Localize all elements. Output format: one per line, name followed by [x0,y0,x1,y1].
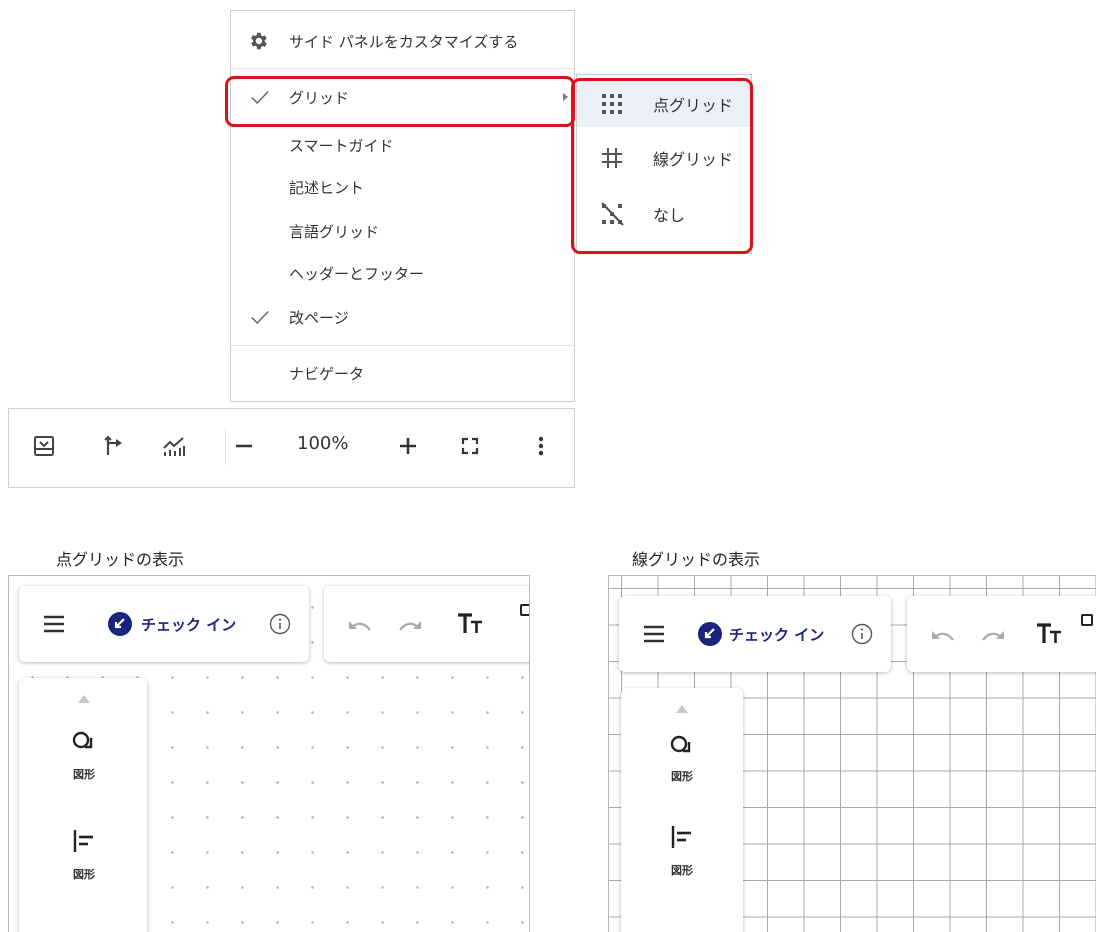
toolbar-divider [225,429,226,465]
menu-item-header-footer[interactable]: ヘッダーとフッター [231,253,574,293]
menu-item-page-break[interactable]: 改ページ [231,297,574,337]
info-icon[interactable] [851,623,873,645]
submenu-item-line-grid[interactable]: 線グリッド [577,135,751,181]
shape-icon[interactable] [520,604,529,616]
undo-icon[interactable] [346,616,374,634]
align-icon[interactable] [669,824,695,850]
zoom-level: 100% [297,433,349,454]
checkmark-icon [251,90,269,105]
zoom-out-icon [236,444,252,448]
redo-icon[interactable] [979,626,1007,644]
scroll-up-icon[interactable] [675,704,689,714]
checkmark-icon [251,310,269,325]
submenu-item-label: 線グリッド [653,150,734,169]
line-grid-caption: 線グリッドの表示 [632,550,761,569]
dot-grid-canvas[interactable]: チェック イン 図形 図形 [8,575,530,932]
shapes-icon[interactable] [71,730,97,756]
submenu-item-none[interactable]: なし [577,191,751,237]
menu-item-smart-guide[interactable]: スマートガイド [231,125,574,165]
undo-icon[interactable] [929,626,957,644]
connector-icon [104,435,122,455]
submenu-item-dot-grid[interactable]: 点グリッド [577,81,751,127]
grid-off-icon [601,202,624,226]
checkin-panel: チェック イン [19,586,309,662]
hamburger-menu-icon[interactable] [43,614,65,634]
menu-item-grid[interactable]: グリッド [231,77,574,117]
menu-item-grid-label: グリッド [289,88,350,107]
menu-divider [231,68,574,69]
fullscreen-icon [461,437,479,455]
customize-side-panel-label: サイド パネルをカスタマイズする [289,32,519,51]
submenu-arrow-icon [563,93,568,101]
analytics-button[interactable] [157,429,191,463]
zoom-in-button[interactable] [391,429,425,463]
shapes-label: 図形 [73,868,95,881]
side-panel: 図形 図形 [19,678,147,932]
submenu-item-label: なし [653,206,686,225]
panel-icon [34,436,54,456]
checkin-panel: チェック イン [619,596,891,672]
side-panel: 図形 図形 [621,688,743,932]
line-grid-icon [602,148,622,168]
text-size-icon[interactable] [456,612,484,636]
menu-item-label: 記述ヒント [289,178,365,197]
view-options-menu: サイド パネルをカスタマイズする グリッド スマートガイド 記述ヒント 言語グリ… [230,10,575,402]
customize-side-panel-item[interactable]: サイド パネルをカスタマイズする [231,21,574,61]
menu-item-label: 言語グリッド [289,222,380,241]
zoom-in-icon [400,438,416,454]
panel-button[interactable] [27,429,61,463]
redo-icon[interactable] [396,616,424,634]
menu-item-label: ナビゲータ [289,364,365,383]
more-options-button[interactable] [524,429,558,463]
menu-divider [231,345,574,346]
bottom-toolbar: 100% [8,408,575,488]
connector-button[interactable] [97,429,131,463]
grid-submenu: 点グリッド 線グリッド なし [576,74,752,254]
edit-toolbar-panel [324,586,529,662]
dot-grid-icon [602,94,622,114]
hamburger-menu-icon[interactable] [643,624,665,644]
menu-item-description-hint[interactable]: 記述ヒント [231,167,574,207]
scroll-up-icon[interactable] [77,694,91,704]
menu-item-language-grid[interactable]: 言語グリッド [231,211,574,251]
checkin-label[interactable]: チェック イン [141,614,236,635]
shapes-label: 図形 [671,864,693,877]
line-grid-canvas[interactable]: チェック イン 図形 図形 [608,575,1096,932]
edit-toolbar-panel [907,596,1096,672]
menu-item-label: スマートガイド [289,136,394,155]
shape-icon[interactable] [1081,614,1093,626]
gear-icon [251,32,267,50]
menu-item-navigator[interactable]: ナビゲータ [231,353,574,393]
more-options-icon [538,436,544,456]
shapes-label: 図形 [671,770,693,783]
menu-item-label: ヘッダーとフッター [289,264,425,283]
fullscreen-button[interactable] [453,429,487,463]
menu-item-label: 改ページ [289,308,349,327]
dot-grid-caption: 点グリッドの表示 [56,550,185,569]
info-icon[interactable] [269,613,291,635]
text-size-icon[interactable] [1035,622,1063,646]
shapes-icon[interactable] [669,734,695,760]
zoom-out-button[interactable] [227,429,261,463]
shapes-label: 図形 [73,768,95,781]
checkin-icon[interactable] [107,611,133,637]
submenu-item-label: 点グリッド [653,96,734,115]
checkin-label[interactable]: チェック イン [729,624,824,645]
checkin-icon[interactable] [697,621,723,647]
analytics-icon [163,437,185,456]
align-icon[interactable] [71,828,97,854]
